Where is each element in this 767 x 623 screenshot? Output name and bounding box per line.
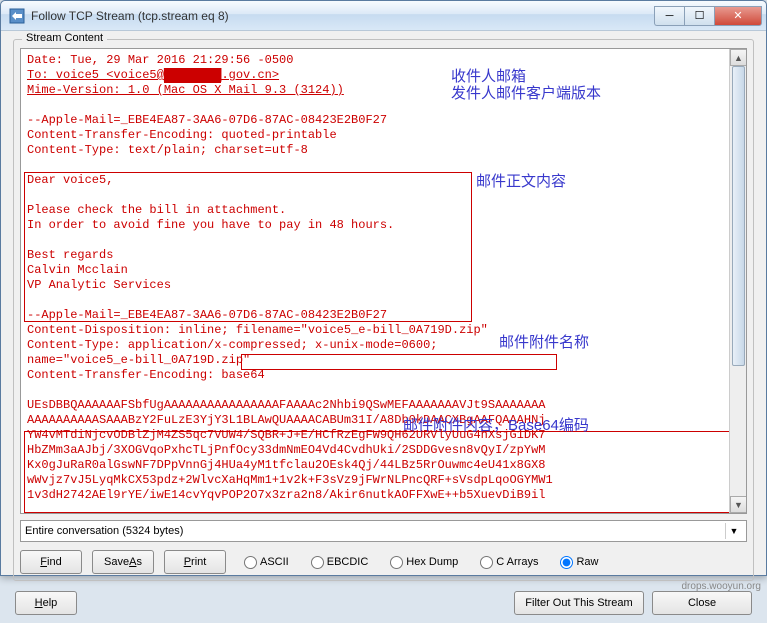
- window-controls: ─ ☐ ✕: [654, 6, 762, 26]
- print-button[interactable]: Print: [164, 550, 226, 574]
- titlebar[interactable]: Follow TCP Stream (tcp.stream eq 8) ─ ☐ …: [1, 1, 766, 31]
- filter-out-button[interactable]: Filter Out This Stream: [514, 591, 644, 615]
- dialog-window: Follow TCP Stream (tcp.stream eq 8) ─ ☐ …: [0, 0, 767, 576]
- watermark: drops.wooyun.org: [682, 581, 762, 592]
- radio-raw[interactable]: Raw: [560, 556, 598, 569]
- app-icon: [9, 8, 25, 24]
- bottom-buttons: Help Filter Out This Stream Close: [13, 591, 754, 615]
- radio-ebcdic[interactable]: EBCDIC: [311, 556, 369, 569]
- content-area: Stream Content Date: Tue, 29 Mar 2016 21…: [1, 31, 766, 623]
- stream-text: Date: Tue, 29 Mar 2016 21:29:56 -0500 To…: [21, 49, 746, 507]
- find-button[interactable]: Find: [20, 550, 82, 574]
- close-button[interactable]: Close: [652, 591, 752, 615]
- radio-ascii[interactable]: ASCII: [244, 556, 289, 569]
- maximize-button[interactable]: ☐: [684, 6, 714, 26]
- stream-content-fieldset: Stream Content Date: Tue, 29 Mar 2016 21…: [13, 39, 754, 581]
- help-button[interactable]: Help: [15, 591, 77, 615]
- save-as-button[interactable]: Save As: [92, 550, 154, 574]
- fieldset-label: Stream Content: [22, 32, 107, 44]
- chevron-down-icon: ▼: [725, 523, 742, 539]
- dropdown-selected: Entire conversation (5324 bytes): [25, 525, 183, 537]
- radio-carrays[interactable]: C Arrays: [480, 556, 538, 569]
- minimize-button[interactable]: ─: [654, 6, 684, 26]
- radio-hexdump[interactable]: Hex Dump: [390, 556, 458, 569]
- scroll-up-button[interactable]: ▲: [730, 49, 747, 66]
- scroll-down-button[interactable]: ▼: [730, 496, 747, 513]
- vertical-scrollbar[interactable]: ▲ ▼: [729, 49, 746, 513]
- stream-textbox[interactable]: Date: Tue, 29 Mar 2016 21:29:56 -0500 To…: [20, 48, 747, 514]
- close-window-button[interactable]: ✕: [714, 6, 762, 26]
- conversation-dropdown[interactable]: Entire conversation (5324 bytes) ▼: [20, 520, 747, 542]
- window-title: Follow TCP Stream (tcp.stream eq 8): [31, 9, 654, 23]
- toolbar-row: Find Save As Print ASCII EBCDIC Hex Dump…: [20, 550, 747, 574]
- format-radios: ASCII EBCDIC Hex Dump C Arrays Raw: [244, 556, 598, 569]
- conversation-row: Entire conversation (5324 bytes) ▼: [20, 520, 747, 542]
- scroll-thumb[interactable]: [732, 66, 745, 366]
